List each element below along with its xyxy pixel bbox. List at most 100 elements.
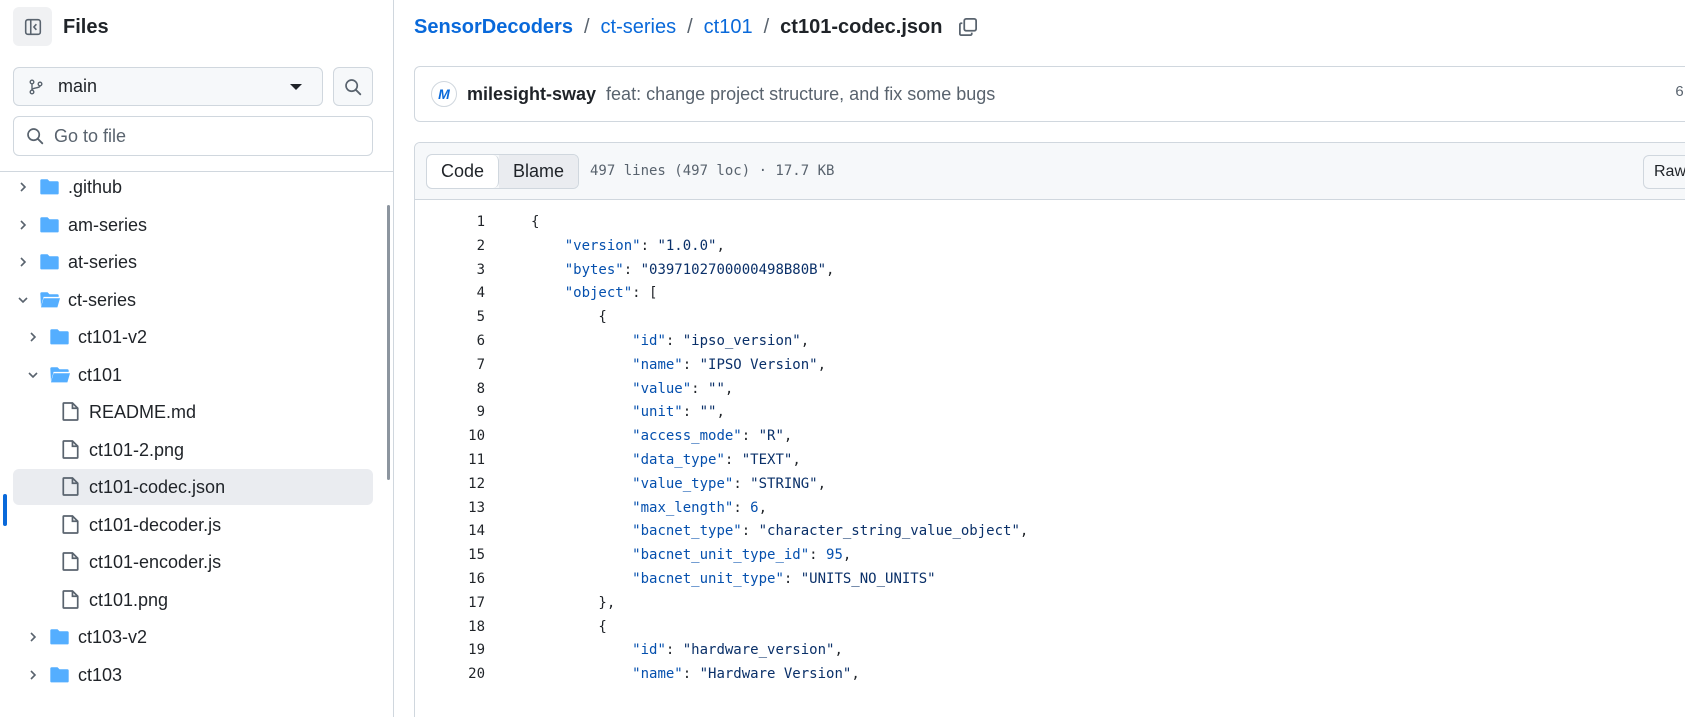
chevron-right-icon[interactable]	[17, 219, 29, 231]
file-icon	[62, 477, 79, 496]
branch-selector[interactable]: main	[13, 67, 323, 106]
code-line-content: {	[531, 618, 607, 635]
line-number[interactable]: 15	[445, 543, 485, 568]
code-line: 17 },	[415, 591, 1685, 616]
tree-file-item[interactable]: ct101.png	[13, 582, 373, 618]
line-number[interactable]: 6	[445, 329, 485, 354]
line-number[interactable]: 16	[445, 567, 485, 592]
chevron-right-icon[interactable]	[17, 181, 29, 193]
avatar[interactable]: M	[431, 81, 457, 107]
tree-folder-item[interactable]: ct101	[13, 357, 373, 393]
line-number[interactable]: 14	[445, 519, 485, 544]
line-number[interactable]: 13	[445, 496, 485, 521]
code-line-content: "unit": "",	[632, 404, 725, 421]
branch-name: main	[58, 76, 98, 96]
tab-blame[interactable]: Blame	[499, 155, 579, 188]
search-button[interactable]	[333, 67, 373, 106]
tree-folder-item[interactable]: am-series	[13, 207, 373, 243]
line-number[interactable]: 2	[445, 234, 485, 259]
tree-file-item[interactable]: ct101-codec.json	[13, 469, 373, 505]
chevron-right-icon[interactable]	[27, 631, 39, 643]
line-number[interactable]: 8	[445, 377, 485, 402]
code-line-content: "name": "Hardware Version",	[632, 666, 860, 683]
line-number[interactable]: 12	[445, 472, 485, 497]
tree-folder-item[interactable]: ct103	[13, 657, 373, 693]
line-number[interactable]: 20	[445, 662, 485, 687]
search-icon	[345, 78, 362, 95]
tree-folder-item[interactable]: ct103-v2	[13, 619, 373, 655]
chevron-down-icon[interactable]	[17, 294, 29, 306]
breadcrumb: SensorDecoders / ct-series / ct101 / ct1…	[414, 14, 978, 40]
line-number[interactable]: 11	[445, 448, 485, 473]
code-line: 11 "data_type": "TEXT",	[415, 448, 1685, 473]
tree-folder-item[interactable]: .github	[13, 169, 373, 205]
breadcrumb-current-file: ct101-codec.json	[780, 16, 943, 38]
file-icon	[62, 514, 79, 534]
file-view: SensorDecoders / ct-series / ct101 / ct1…	[394, 0, 1685, 717]
code-line-content: "bacnet_unit_type_id": 95,	[632, 547, 852, 564]
code-line-content: "name": "IPSO Version",	[632, 356, 827, 373]
folder-open-icon	[40, 291, 60, 307]
tree-item-label: am-series	[68, 214, 148, 235]
line-number[interactable]: 19	[445, 638, 485, 663]
tree-folder-item[interactable]: ct101-v2	[13, 319, 373, 355]
commit-message-link[interactable]: feat: change project structure, and fix …	[606, 84, 995, 105]
go-to-file-field[interactable]	[13, 116, 373, 156]
commit-author-link[interactable]: milesight-sway	[467, 84, 596, 105]
breadcrumb-separator: /	[687, 16, 693, 38]
chevron-right-icon[interactable]	[17, 256, 29, 268]
breadcrumb-link-ct-series[interactable]: ct-series	[601, 14, 677, 40]
tree-item-label: at-series	[68, 252, 138, 272]
tree-file-item[interactable]: ct101-decoder.js	[13, 507, 373, 543]
code-line-content: "object": [	[564, 285, 658, 302]
tree-folder-item[interactable]: at-series	[13, 244, 373, 280]
code-line-content: {	[531, 214, 540, 230]
line-number[interactable]: 3	[445, 258, 485, 283]
git-branch-icon	[29, 79, 43, 94]
tree-folder-item[interactable]: ct-series	[13, 282, 373, 318]
line-number[interactable]: 9	[445, 400, 485, 425]
go-to-file-input[interactable]	[54, 125, 354, 147]
copy-path-button[interactable]	[958, 17, 978, 37]
tree-file-item[interactable]: ct101-2.png	[13, 432, 373, 468]
search-icon	[27, 128, 44, 145]
breadcrumb-link-ct101[interactable]: ct101	[704, 14, 753, 40]
chevron-down-icon[interactable]	[27, 369, 39, 381]
code-line: 13 "max_length": 6,	[415, 496, 1685, 521]
line-number[interactable]: 10	[445, 424, 485, 449]
code-line: 6 "id": "ipso_version",	[415, 329, 1685, 354]
code-line: 8 "value": "",	[415, 377, 1685, 402]
tree-file-item[interactable]: README.md	[13, 394, 373, 430]
tab-code[interactable]: Code	[427, 155, 500, 188]
code-line: 20 "name": "Hardware Version",	[415, 662, 1685, 687]
tree-scrollbar[interactable]	[387, 205, 390, 480]
code-line: 5 {	[415, 305, 1685, 330]
code-line: 2 "version": "1.0.0",	[415, 234, 1685, 259]
code-line-content: "bytes": "0397102700000498B80B",	[564, 261, 835, 278]
folder-icon	[50, 329, 69, 345]
collapse-sidebar-button[interactable]	[13, 7, 52, 46]
line-number[interactable]: 4	[445, 281, 485, 306]
tree-item-label: ct103	[78, 664, 123, 685]
line-number[interactable]: 7	[445, 353, 485, 378]
sidebar-collapse-icon	[24, 18, 41, 35]
line-number[interactable]: 18	[445, 615, 485, 640]
line-number[interactable]: 5	[445, 305, 485, 330]
chevron-right-icon[interactable]	[27, 331, 39, 343]
tree-file-item[interactable]: ct101-encoder.js	[13, 544, 373, 580]
file-icon	[62, 552, 79, 571]
chevron-right-icon[interactable]	[27, 669, 39, 681]
tree-item-label: ct101.png	[89, 589, 169, 610]
line-number[interactable]: 17	[445, 591, 485, 616]
code-line-content: "value": "",	[632, 380, 734, 397]
caret-down-icon	[290, 84, 302, 90]
line-number[interactable]: 1	[445, 210, 485, 235]
code-line: 18 {	[415, 615, 1685, 640]
code-line-content: "id": "ipso_version",	[632, 333, 810, 349]
commit-sha-link[interactable]: 6aeb	[1675, 84, 1685, 101]
code-line: 15 "bacnet_unit_type_id": 95,	[415, 543, 1685, 568]
raw-button[interactable]: Raw	[1643, 155, 1685, 189]
code-line: 12 "value_type": "STRING",	[415, 472, 1685, 497]
file-tree-sidebar: Files main .github am-series at-series ct-s…	[0, 0, 394, 717]
breadcrumb-repo-link[interactable]: SensorDecoders	[414, 14, 573, 40]
